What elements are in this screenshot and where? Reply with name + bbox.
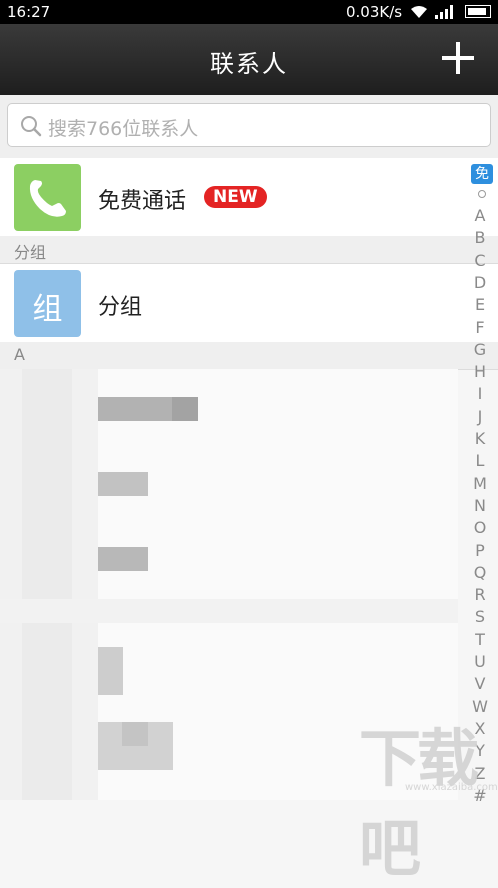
- phone-icon: [29, 180, 66, 217]
- index-letter-s[interactable]: S: [462, 607, 498, 626]
- groups-label: 分组: [98, 295, 143, 320]
- index-letter-n[interactable]: N: [462, 496, 498, 515]
- blur-block: [98, 547, 148, 571]
- search-placeholder: 搜索766位联系人: [48, 118, 199, 140]
- watermark-logo: 下载吧 www.xiazaiba.com: [355, 708, 498, 885]
- plus-icon[interactable]: [440, 40, 476, 76]
- blur-block: [98, 647, 123, 695]
- section-label: 分组: [14, 243, 47, 262]
- watermark-text: 下载吧: [359, 722, 479, 885]
- groups-row[interactable]: 组 分组: [0, 264, 498, 342]
- free-call-label: 免费通话: [98, 189, 187, 214]
- battery-icon: [465, 5, 491, 18]
- section-label: A: [14, 345, 25, 364]
- status-time: 16:27: [7, 3, 51, 21]
- index-free-badge[interactable]: 免: [471, 164, 493, 184]
- free-call-tile: [14, 164, 81, 231]
- index-letter-e[interactable]: E: [462, 295, 498, 314]
- blur-block: [98, 472, 148, 496]
- index-letter-i[interactable]: I: [462, 384, 498, 403]
- status-bar: 16:27 0.03K/s: [0, 0, 498, 24]
- free-call-row[interactable]: 免费通话 NEW: [0, 158, 498, 236]
- index-letter-d[interactable]: D: [462, 273, 498, 292]
- page-title: 联系人: [210, 50, 288, 78]
- title-bar: 联系人: [0, 24, 498, 95]
- groups-tile-text: 组: [32, 292, 63, 327]
- network-speed: 0.03K/s: [346, 3, 403, 21]
- index-letter-q[interactable]: Q: [462, 563, 498, 582]
- index-letter-h[interactable]: H: [462, 362, 498, 381]
- new-badge: NEW: [204, 186, 267, 208]
- index-letter-g[interactable]: G: [462, 340, 498, 359]
- search-area: 搜索766位联系人: [0, 95, 498, 159]
- blur-block: [122, 722, 148, 746]
- index-letter-v[interactable]: V: [462, 674, 498, 693]
- index-letter-j[interactable]: J: [462, 407, 498, 426]
- index-letter-u[interactable]: U: [462, 652, 498, 671]
- section-header-a: A: [0, 342, 498, 370]
- index-dot-icon[interactable]: [478, 190, 486, 198]
- index-letter-p[interactable]: P: [462, 541, 498, 560]
- index-letter-f[interactable]: F: [462, 318, 498, 337]
- search-icon: [21, 116, 42, 137]
- search-input[interactable]: 搜索766位联系人: [7, 103, 491, 147]
- index-letter-a[interactable]: A: [462, 206, 498, 225]
- index-letter-k[interactable]: K: [462, 429, 498, 448]
- groups-tile: 组: [14, 270, 81, 337]
- section-header-groups: 分组: [0, 236, 498, 264]
- blur-block: [22, 369, 72, 800]
- alphabet-index-bar[interactable]: 免 A B C D E F G H I J K L M N O P Q R S T U V W X Y Z #: [462, 160, 498, 805]
- blur-block: [172, 397, 198, 421]
- wifi-icon: [411, 6, 427, 18]
- index-letter-r[interactable]: R: [462, 585, 498, 604]
- index-letter-l[interactable]: L: [462, 451, 498, 470]
- index-letter-m[interactable]: M: [462, 474, 498, 493]
- signal-icon: [435, 5, 453, 19]
- watermark-url: www.xiazaiba.com: [405, 782, 498, 793]
- index-letter-o[interactable]: O: [462, 518, 498, 537]
- index-letter-t[interactable]: T: [462, 630, 498, 649]
- index-letter-b[interactable]: B: [462, 228, 498, 247]
- index-letter-c[interactable]: C: [462, 251, 498, 270]
- blur-block: [0, 599, 458, 623]
